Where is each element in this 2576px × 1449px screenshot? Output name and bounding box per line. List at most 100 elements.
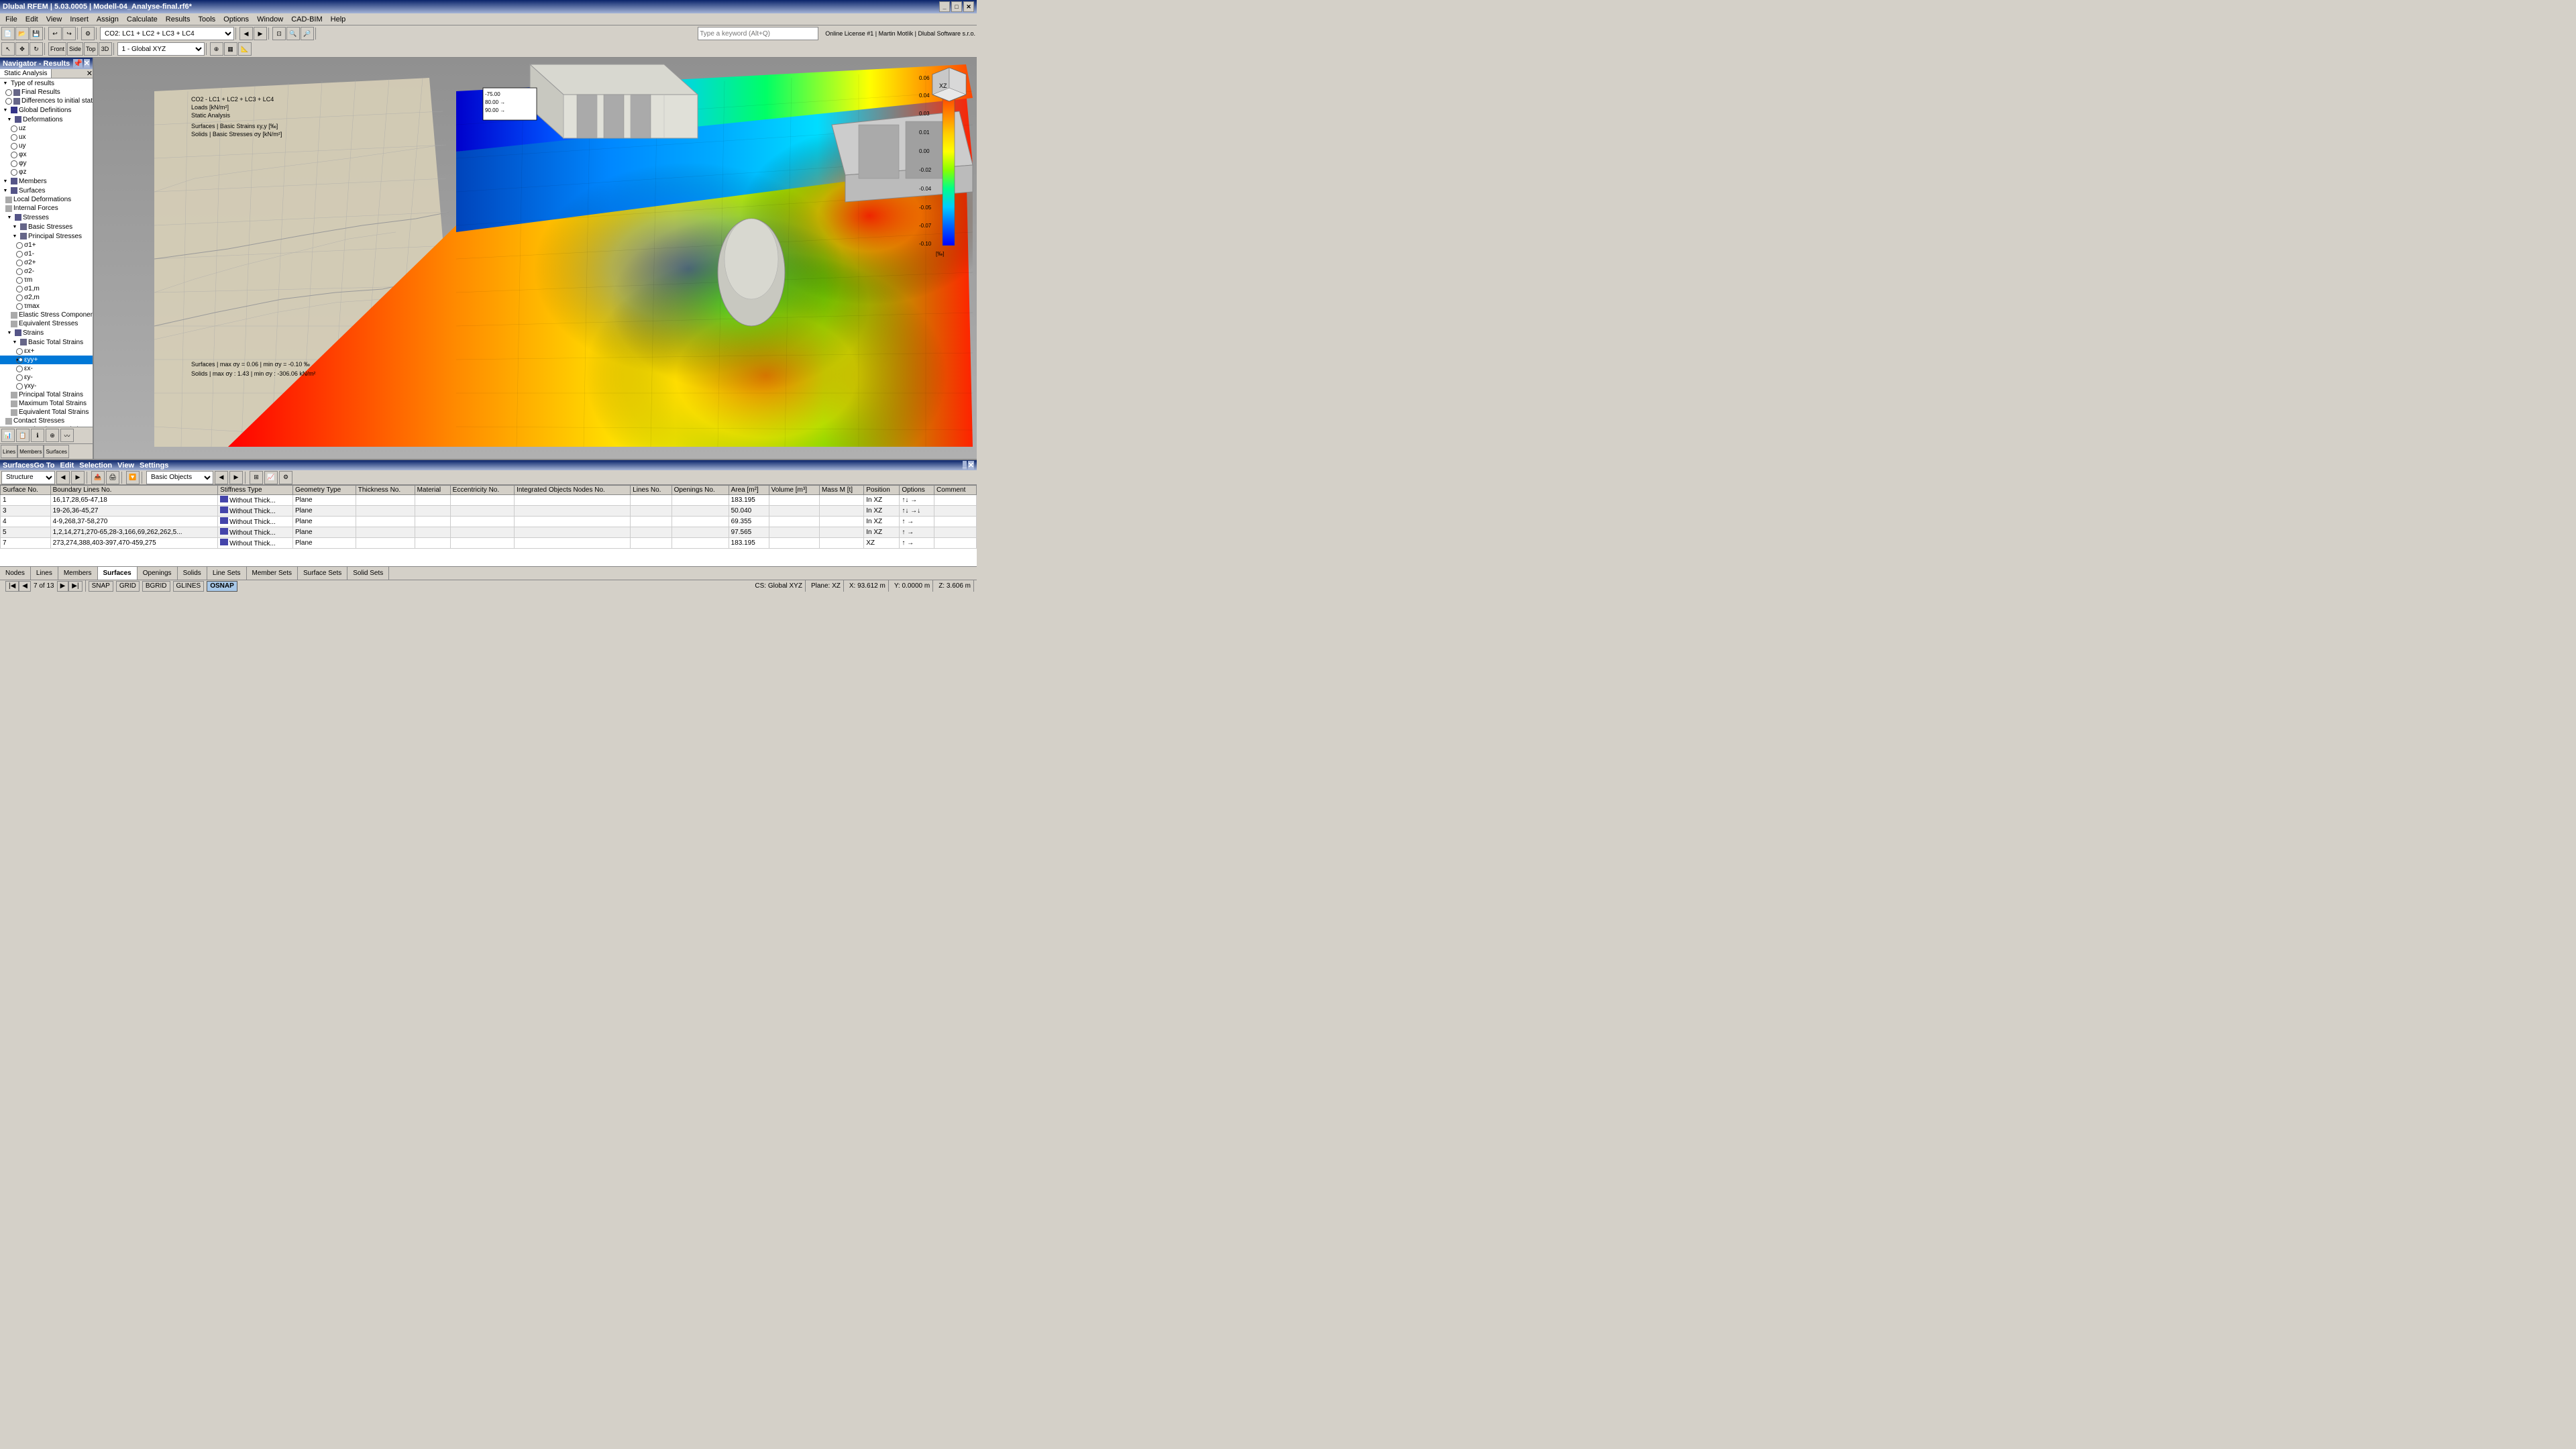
tb-calc[interactable]: ⚙ [81,27,95,40]
table-row[interactable]: 5 1,2,14,271,270-65,28-3,166,69,262,262,… [1,527,977,538]
nav-global-defs[interactable]: Global Definitions [0,105,93,115]
status-osnap[interactable]: OSNAP [207,581,237,592]
tb-table-settings[interactable]: ⚙ [279,471,292,484]
results-settings[interactable]: Settings [140,462,168,470]
results-view[interactable]: View [117,462,134,470]
search-input[interactable] [698,27,818,40]
nav-contact-stresses[interactable]: Contact Stresses [0,417,93,425]
menu-help[interactable]: Help [327,15,350,24]
status-glines[interactable]: GLINES [173,581,205,592]
tb-filter[interactable]: 🔽 [126,471,140,484]
nav-diff-initial[interactable]: Differences to initial state [0,97,93,105]
nav-tab-static[interactable]: Static Analysis [0,69,52,78]
nav-prev[interactable]: ◀ [19,581,31,592]
results-selection[interactable]: Selection [79,462,112,470]
nav-equiv-stresses[interactable]: Equivalent Stresses [0,319,93,328]
minimize-button[interactable]: _ [939,1,950,12]
nav-gammaxy[interactable]: γxy- [0,382,93,390]
nav-final-results[interactable]: Final Results [0,88,93,97]
nav-close[interactable]: ✕ [84,59,90,68]
nav-sigma1plus[interactable]: σ1+ [0,241,93,250]
nav-strains[interactable]: Strains [0,328,93,337]
tb-obj-next[interactable]: ▶ [229,471,243,484]
nav-btn-title-info[interactable]: ℹ [31,429,44,442]
tab-member-sets[interactable]: Member Sets [247,567,298,580]
tb-new[interactable]: 📄 [1,27,15,40]
menu-options[interactable]: Options [219,15,253,24]
menu-cad-bim[interactable]: CAD-BIM [287,15,326,24]
table-row[interactable]: 1 16,17,28,65-47,18 Without Thick... Pla… [1,495,977,506]
tab-solids[interactable]: Solids [178,567,207,580]
tb-zoom-in[interactable]: 🔍 [286,27,300,40]
tb-open[interactable]: 📂 [15,27,29,40]
tb-export[interactable]: 📤 [91,471,105,484]
nav-btn-deform[interactable]: 〰 [60,429,74,442]
tb-zoom-out[interactable]: 🔎 [301,27,314,40]
tb-prev-result[interactable]: ◀ [239,27,253,40]
nav-phi-x[interactable]: φx [0,150,93,159]
nav-internal-forces[interactable]: Internal Forces [0,204,93,213]
menu-file[interactable]: File [1,15,21,24]
tb-view-side[interactable]: Side [67,42,83,56]
tb-next-page[interactable]: ▶ [71,471,85,484]
tb-columns[interactable]: ⊞ [250,471,263,484]
table-row[interactable]: 4 4-9,268,37-58,270 Without Thick... Pla… [1,517,977,527]
results-close[interactable]: ✕ [968,461,974,470]
nav-basic-total-strains[interactable]: Basic Total Strains [0,337,93,347]
tb-undo[interactable]: ↩ [48,27,62,40]
results-minimize[interactable]: _ [963,461,967,470]
nav-ux[interactable]: ux [0,133,93,142]
lc-combo[interactable]: CO2: LC1 + LC2 + LC3 + LC4 [100,27,234,40]
nav-btn-results[interactable]: 📊 [1,429,15,442]
nav-basic-stresses-surf[interactable]: Basic Stresses [0,222,93,231]
filter-combo[interactable]: Structure [1,471,55,484]
tab-surfaces[interactable]: Surfaces [98,567,138,580]
nav-equiv-total-strains[interactable]: Equivalent Total Strains [0,408,93,417]
nav-sigma2m[interactable]: σ2,m [0,293,93,302]
tb-snap[interactable]: ⊕ [210,42,223,56]
nav-sigma1minus[interactable]: σ1- [0,250,93,258]
nav-epsy-minus-1[interactable]: εy- [0,373,93,382]
tb-view-front[interactable]: Front [48,42,66,56]
menu-calculate[interactable]: Calculate [123,15,162,24]
nav-tab-close[interactable]: ✕ [87,69,93,78]
nav-taum[interactable]: τm [0,276,93,284]
tb-move[interactable]: ✥ [15,42,29,56]
tab-members[interactable]: Members [58,567,98,580]
tb-prev-page[interactable]: ◀ [56,471,70,484]
nav-members[interactable]: Members [0,176,93,186]
nav-btn-maxmin[interactable]: ⊕ [46,429,59,442]
nav-principal-stresses-surf[interactable]: Principal Stresses [0,231,93,241]
tb-print[interactable]: 🖨 [106,471,119,484]
tb-select[interactable]: ↖ [1,42,15,56]
tb-obj-prev[interactable]: ◀ [215,471,228,484]
results-goto[interactable]: Go To [34,462,54,470]
table-row[interactable]: 7 273,274,388,403-397,470-459,275 Withou… [1,538,977,549]
tb-view-top[interactable]: Top [84,42,98,56]
tb-rotate[interactable]: ↻ [30,42,43,56]
nav-elastic-stress-comp[interactable]: Elastic Stress Components [0,311,93,319]
tab-line-sets[interactable]: Line Sets [207,567,247,580]
nav-btn-lines[interactable]: Lines [1,445,17,458]
nav-deformations[interactable]: Deformations [0,115,93,124]
nav-stresses-surf[interactable]: Stresses [0,213,93,222]
nav-max-total-strains[interactable]: Maximum Total Strains [0,399,93,408]
tb-zoom-fit[interactable]: ⊡ [272,27,286,40]
status-grid[interactable]: GRID [116,581,140,592]
nav-last[interactable]: ▶| [68,581,82,592]
nav-principal-total-strains[interactable]: Principal Total Strains [0,390,93,399]
tab-solid-sets[interactable]: Solid Sets [347,567,389,580]
tb-measure[interactable]: 📐 [238,42,252,56]
menu-insert[interactable]: Insert [66,15,93,24]
tab-nodes[interactable]: Nodes [0,567,31,580]
nav-btn-result-values[interactable]: 📋 [16,429,30,442]
menu-view[interactable]: View [42,15,66,24]
nav-epsyy-plus[interactable]: ● εyy+ [0,356,93,364]
status-bgrid[interactable]: BGRID [142,581,170,592]
nav-pin[interactable]: 📌 [73,59,83,68]
viewport[interactable]: -75.00 80.00 → 90.00 → [94,58,977,459]
nav-phi-y[interactable]: φy [0,159,93,168]
view-combo[interactable]: 1 - Global XYZ [117,42,205,56]
nav-uy[interactable]: uy [0,142,93,150]
menu-edit[interactable]: Edit [21,15,42,24]
